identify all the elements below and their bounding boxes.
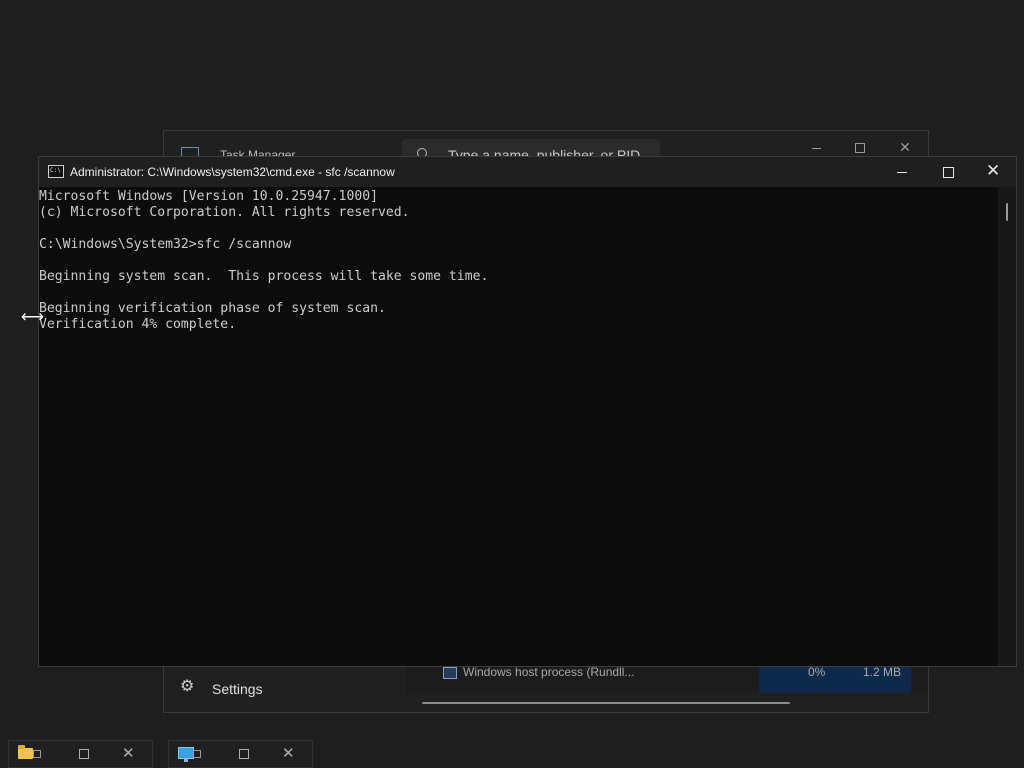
cmd-vertical-scrollbar[interactable] <box>998 187 1016 666</box>
task-manager-minimize-button[interactable] <box>796 137 836 157</box>
console-line: Microsoft Windows [Version 10.0.25947.10… <box>39 189 378 204</box>
task-manager-close-button[interactable]: ✕ <box>885 137 925 157</box>
minimized-remote-desktop-window[interactable]: ✕ <box>168 740 313 768</box>
folder-icon <box>18 745 33 759</box>
minimize-icon <box>897 172 907 173</box>
restore-icon[interactable] <box>193 750 201 758</box>
maximize-icon[interactable] <box>239 749 249 759</box>
close-icon[interactable]: ✕ <box>122 744 135 762</box>
console-line: Beginning verification phase of system s… <box>39 301 386 316</box>
maximize-icon[interactable] <box>79 749 89 759</box>
process-row[interactable]: Windows host process (Rundll... 0% 1.2 M… <box>406 663 928 693</box>
close-icon[interactable]: ✕ <box>282 744 295 762</box>
task-manager-settings-item[interactable]: ⚙ Settings <box>164 669 404 709</box>
close-icon: ✕ <box>986 161 1001 181</box>
monitor-icon <box>178 747 194 762</box>
resize-horizontal-cursor-icon: ⟷ <box>21 309 44 326</box>
horizontal-scrollbar[interactable] <box>422 702 790 704</box>
console-line: C:\Windows\System32>sfc /scannow <box>39 237 292 252</box>
desktop: Task Manager Type a name, publisher, or … <box>0 0 1024 768</box>
gear-icon: ⚙ <box>180 678 195 695</box>
maximize-icon <box>855 143 865 154</box>
console-line: Verification 4% complete. <box>39 317 237 332</box>
cmd-close-button[interactable]: ✕ <box>971 157 1017 187</box>
process-icon <box>443 667 457 679</box>
maximize-icon <box>943 167 954 178</box>
minimize-icon <box>811 147 821 149</box>
cmd-titlebar[interactable]: C:\ Administrator: C:\Windows\system32\c… <box>39 157 1016 187</box>
console-line: Beginning system scan. This process will… <box>39 269 489 284</box>
process-name: Windows host process (Rundll... <box>463 665 635 679</box>
cmd-maximize-button[interactable] <box>925 157 971 187</box>
cmd-icon-label: C:\ <box>50 167 61 174</box>
process-memory: 1.2 MB <box>863 665 902 679</box>
cmd-icon: C:\ <box>48 165 64 178</box>
process-cpu: 0% <box>808 665 826 679</box>
task-manager-maximize-button[interactable] <box>840 137 880 157</box>
cmd-console-output[interactable]: Microsoft Windows [Version 10.0.25947.10… <box>39 187 998 666</box>
close-icon: ✕ <box>899 139 911 155</box>
cmd-minimize-button[interactable] <box>879 157 925 187</box>
restore-icon[interactable] <box>33 750 41 758</box>
cmd-window[interactable]: C:\ Administrator: C:\Windows\system32\c… <box>38 156 1017 667</box>
minimized-explorer-window[interactable]: ✕ <box>8 740 153 768</box>
cmd-scrollbar-thumb[interactable] <box>1006 203 1008 221</box>
cmd-title: Administrator: C:\Windows\system32\cmd.e… <box>70 165 395 179</box>
settings-label: Settings <box>212 681 263 697</box>
console-line: (c) Microsoft Corporation. All rights re… <box>39 205 410 220</box>
